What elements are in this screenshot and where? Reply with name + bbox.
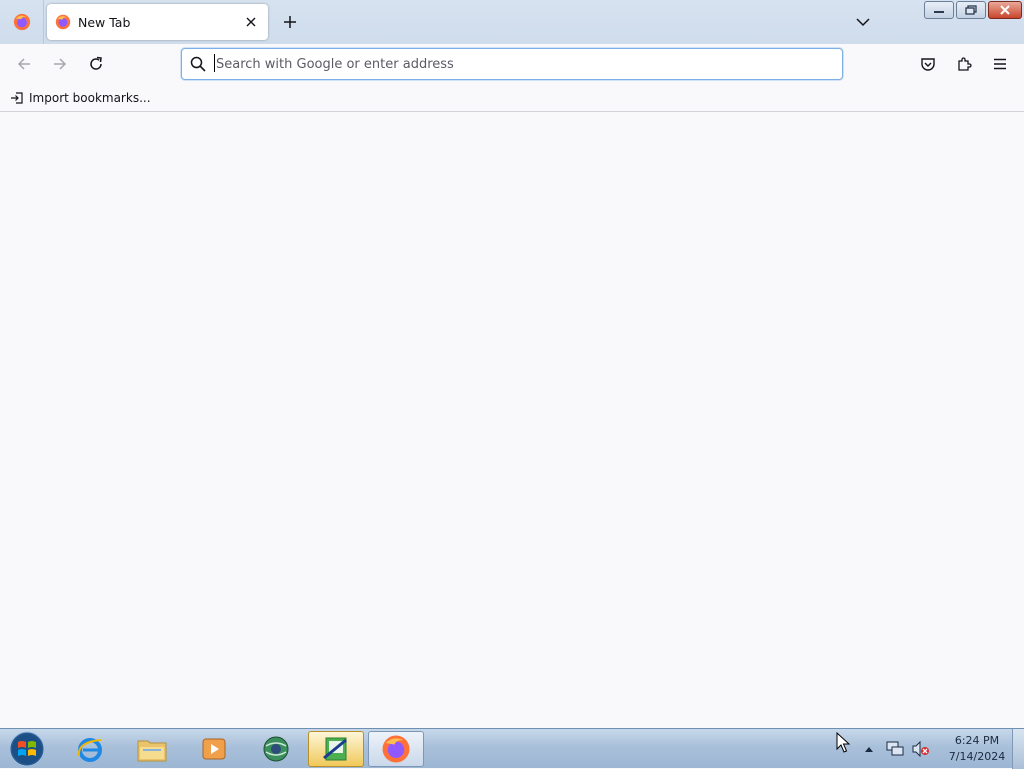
ie-icon <box>77 738 102 762</box>
import-bookmarks-label: Import bookmarks... <box>29 91 151 105</box>
taskbar-app-firefox[interactable] <box>368 731 424 767</box>
back-button[interactable] <box>10 50 38 78</box>
firefox-logo-icon[interactable] <box>0 0 44 44</box>
close-window-icon <box>1000 5 1010 15</box>
restore-icon <box>965 5 977 15</box>
close-icon[interactable] <box>239 10 263 34</box>
pocket-button[interactable] <box>914 50 942 78</box>
tab-title: New Tab <box>78 14 131 30</box>
navigation-toolbar <box>0 44 1024 84</box>
tab-new-tab[interactable]: New Tab <box>47 4 268 40</box>
reload-button[interactable] <box>82 50 110 78</box>
minimize-button[interactable] <box>924 1 954 19</box>
extensions-button[interactable] <box>950 50 978 78</box>
text-caret <box>214 54 215 72</box>
search-icon <box>190 56 206 72</box>
show-hidden-icons-button[interactable] <box>859 739 879 759</box>
pocket-icon <box>921 58 935 71</box>
import-icon <box>11 92 23 104</box>
clock-date: 7/14/2024 <box>948 750 1006 763</box>
mouse-cursor-icon <box>836 732 851 753</box>
windows-orb-icon <box>9 731 45 767</box>
volume-tray-button[interactable] <box>911 739 931 759</box>
minimize-icon <box>934 11 944 13</box>
taskbar-app-explorer[interactable] <box>124 731 180 767</box>
page-content[interactable] <box>0 113 1024 728</box>
chevron-down-icon <box>856 18 870 27</box>
plus-icon <box>284 16 296 28</box>
restore-button[interactable] <box>956 1 986 19</box>
bookmarks-toolbar: Import bookmarks... <box>0 84 1024 112</box>
firefox-icon <box>382 735 410 763</box>
taskbar-app-ie[interactable] <box>62 731 118 767</box>
close-window-button[interactable] <box>988 1 1022 19</box>
hamburger-menu-icon <box>994 58 1006 70</box>
forward-button[interactable] <box>46 50 74 78</box>
address-bar[interactable] <box>181 48 843 80</box>
taskbar-app-network[interactable] <box>248 731 304 767</box>
puzzle-icon <box>958 57 972 71</box>
show-desktop-button[interactable] <box>1012 729 1024 769</box>
start-button[interactable] <box>4 729 50 769</box>
editor-icon <box>323 737 347 761</box>
network-icon <box>886 741 904 756</box>
address-input[interactable] <box>216 52 816 76</box>
back-arrow-icon <box>17 58 30 70</box>
media-player-icon <box>202 738 226 760</box>
clock-time: 6:24 PM <box>954 734 1000 747</box>
taskbar-app-media-player[interactable] <box>186 731 242 767</box>
tab-strip: New Tab <box>0 0 1024 44</box>
windows-taskbar: 6:24 PM 7/14/2024 <box>0 728 1024 769</box>
import-bookmarks-button[interactable]: Import bookmarks... <box>10 89 151 107</box>
new-tab-button[interactable] <box>277 9 303 35</box>
system-tray: 6:24 PM 7/14/2024 <box>856 729 1008 769</box>
list-all-tabs-button[interactable] <box>850 9 876 35</box>
taskbar-app-editor[interactable] <box>308 731 364 767</box>
folder-icon <box>137 740 167 762</box>
volume-muted-icon <box>912 741 929 757</box>
network-tray-button[interactable] <box>885 739 905 759</box>
chevron-up-icon <box>865 747 873 752</box>
reload-icon <box>90 56 102 70</box>
window-caption-buttons <box>922 1 1024 21</box>
app-menu-button[interactable] <box>986 50 1014 78</box>
globe-icon <box>263 736 289 762</box>
clock[interactable]: 6:24 PM 7/14/2024 <box>946 733 1008 765</box>
firefox-favicon-icon <box>55 14 71 30</box>
forward-arrow-icon <box>54 58 67 70</box>
